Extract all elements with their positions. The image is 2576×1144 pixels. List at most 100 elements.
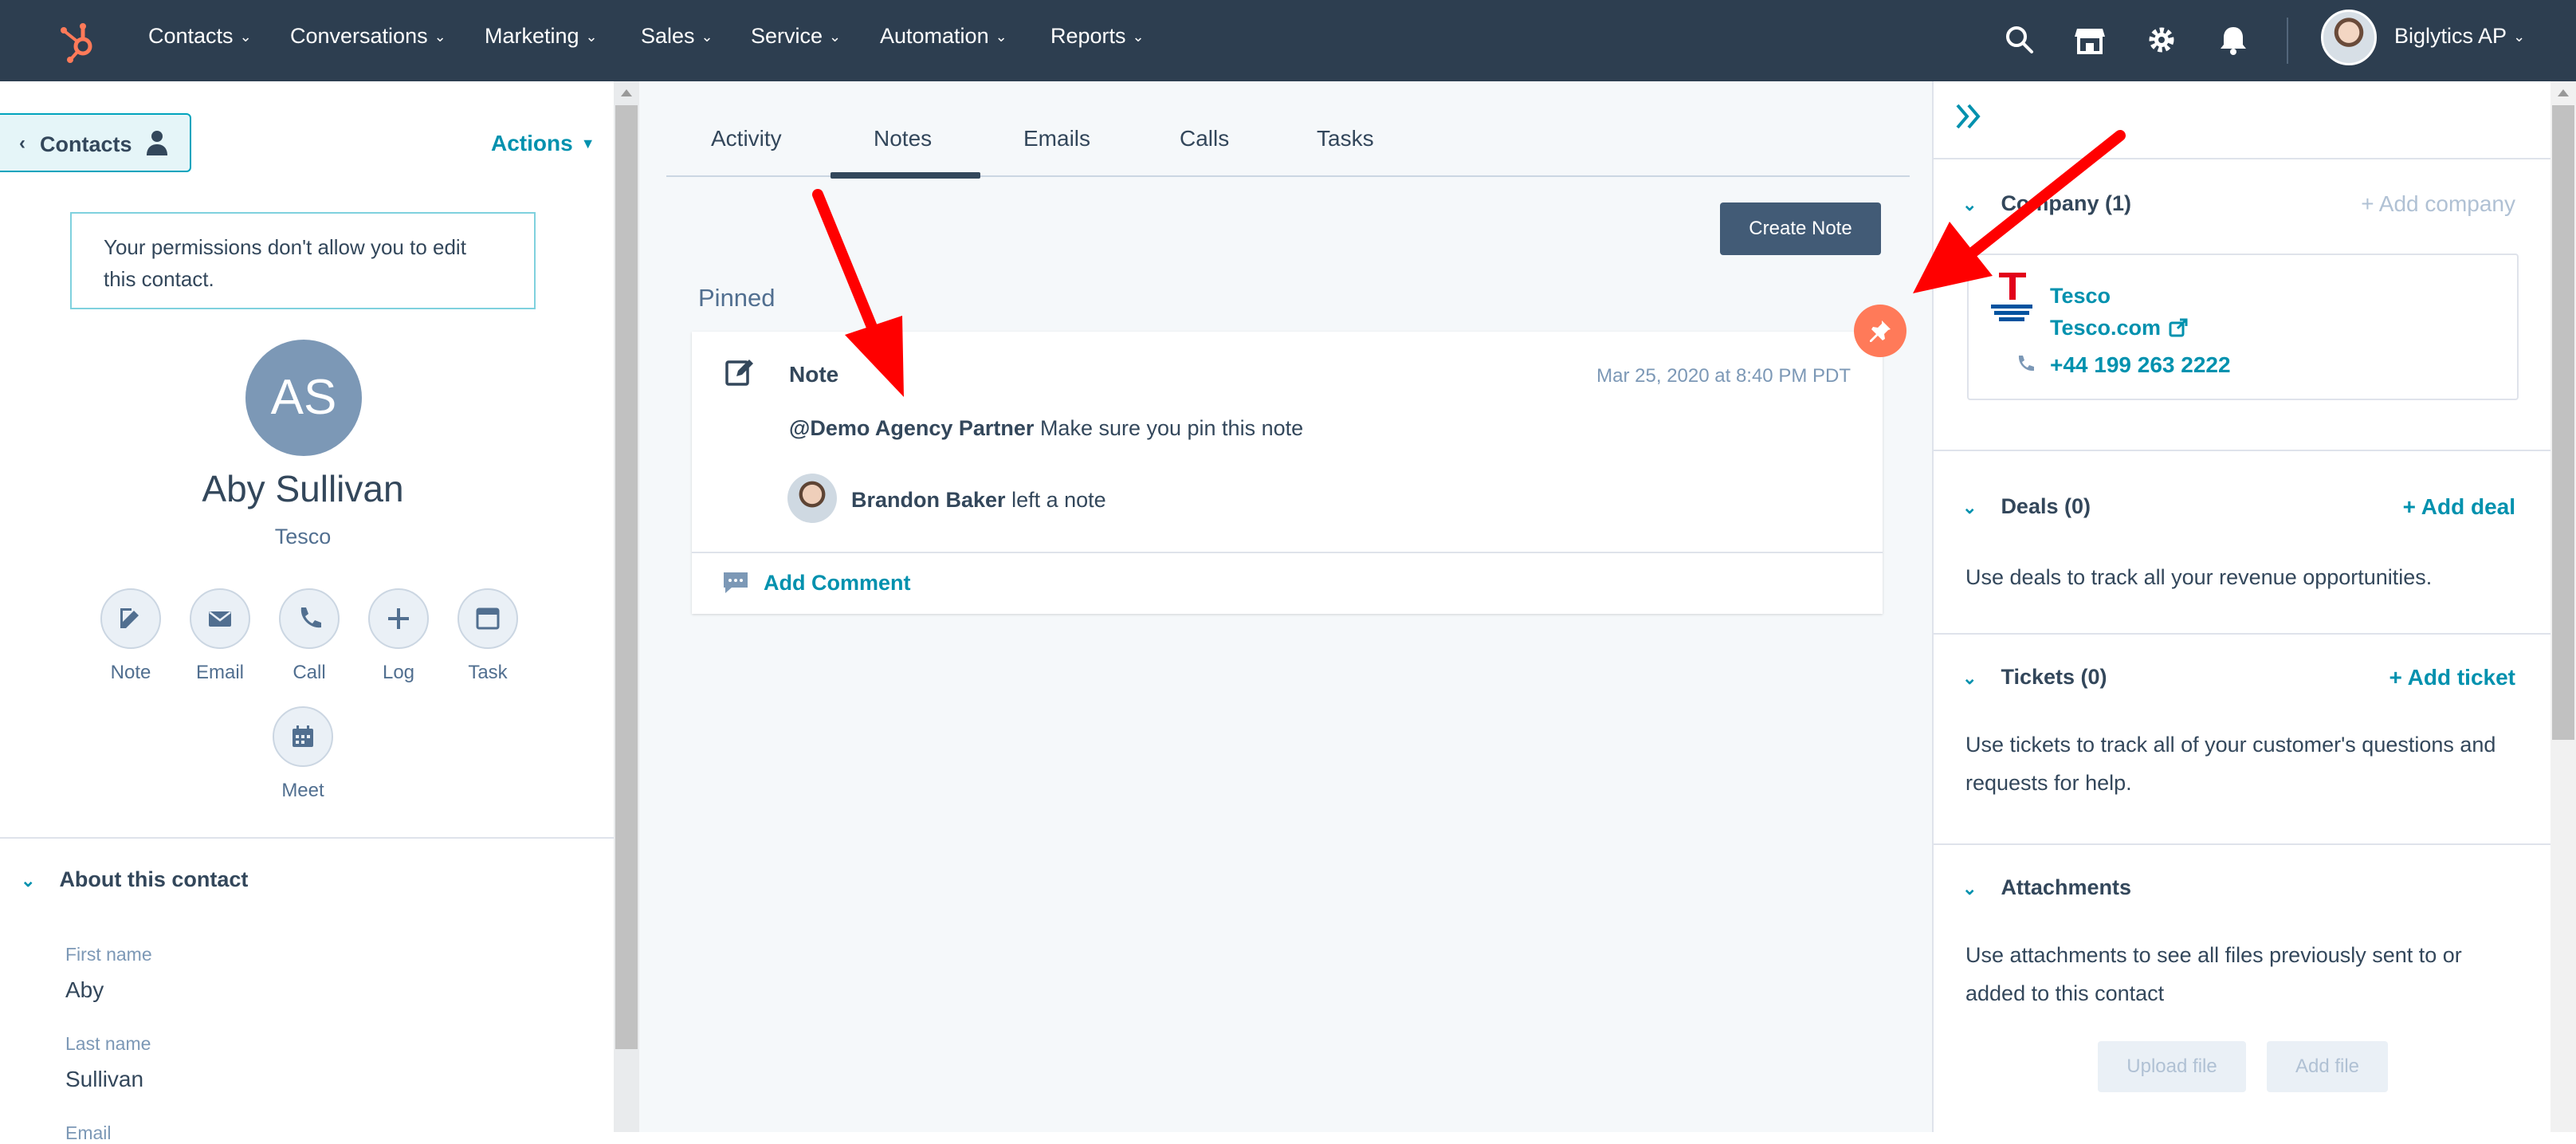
tab-tasks[interactable]: Tasks [1317,126,1374,151]
meet-action-button[interactable]: Meet [255,706,351,802]
top-navigation-bar: Contacts ⌄ Conversations ⌄ Marketing ⌄ Sale… [0,0,2576,81]
chevron-down-icon: ⌄ [2513,29,2526,45]
bell-icon[interactable] [2216,22,2251,57]
section-divider [1934,158,2552,159]
account-name: Biglytics AP [2394,24,2507,48]
nav-reports[interactable]: Reports ⌄ [1050,24,1145,49]
left-scrollbar[interactable] [614,81,639,1132]
last-name-label: Last name [65,1033,151,1054]
scrollbar-thumb[interactable] [615,105,638,1049]
add-deal-link[interactable]: + Add deal [2403,494,2515,520]
tesco-logo-icon [1991,273,2032,321]
last-name-value: Sullivan [65,1067,144,1091]
company-domain-link[interactable]: Tesco.com [2050,316,2188,340]
create-note-button[interactable]: Create Note [1720,202,1881,255]
first-name-value: Aby [65,977,104,1002]
right-scrollbar[interactable] [2550,81,2576,1132]
timeline-panel: Activity Notes Emails Calls Tasks Create… [639,81,1932,1132]
add-company-link[interactable]: + Add company [2361,191,2515,217]
gear-icon[interactable] [2144,22,2179,57]
task-action-circle[interactable] [457,588,518,649]
company-phone-link[interactable]: +44 199 263 2222 [2050,352,2231,378]
attachments-heading: Attachments [2001,875,2131,899]
marketplace-icon[interactable] [2072,22,2107,57]
actions-dropdown[interactable]: Actions ▼ [491,131,595,156]
expand-icon[interactable] [1953,99,1988,134]
about-contact-toggle[interactable]: ⌄ About this contact [21,867,248,892]
add-comment-link[interactable]: Add Comment [764,571,911,596]
nav-conversations-label: Conversations [290,24,428,48]
pin-button[interactable] [1854,305,1906,357]
nav-sales[interactable]: Sales ⌄ [641,24,713,49]
association-sidebar: ⌄ Company (1) + Add company Tesco Tesco.c… [1932,81,2552,1132]
chevron-down-icon: ⌄ [434,29,446,45]
tickets-section-toggle[interactable]: ⌄ Tickets (0) [1962,665,2107,690]
email-action-button[interactable]: Email [172,588,268,684]
calendar-icon [293,725,313,747]
nav-service[interactable]: Service ⌄ [751,24,841,49]
scrollbar-thumb[interactable] [2552,105,2574,740]
caret-down-icon: ▼ [580,136,595,151]
company-name-link[interactable]: Tesco [2050,284,2111,309]
deals-section-toggle[interactable]: ⌄ Deals (0) [1962,494,2091,519]
pinned-note-card[interactable]: Note Mar 25, 2020 at 8:40 PM PDT @Demo A… [692,332,1883,614]
deals-description: Use deals to track all your revenue oppo… [1965,565,2433,589]
edit-icon [120,608,139,628]
phone-icon [2018,356,2034,372]
nav-automation[interactable]: Automation ⌄ [880,24,1007,49]
company-section-toggle[interactable]: ⌄ Company (1) [1962,191,2131,216]
add-ticket-link[interactable]: + Add ticket [2389,665,2515,690]
nav-marketing-label: Marketing [485,24,579,48]
note-action-circle[interactable] [100,588,161,649]
first-name-label: First name [65,944,152,965]
chevron-down-icon: ⌄ [1132,29,1145,45]
mention-tag[interactable]: @Demo Agency Partner [789,416,1034,440]
log-action-circle[interactable] [368,588,429,649]
upload-file-button[interactable]: Upload file [2098,1041,2246,1092]
chevron-down-icon: ⌄ [1962,879,1977,898]
user-avatar[interactable] [2321,10,2377,65]
account-menu[interactable]: Biglytics AP ⌄ [2394,24,2525,49]
tab-emails[interactable]: Emails [1023,126,1090,151]
tab-notes[interactable]: Notes [874,126,932,151]
comment-icon [724,572,748,593]
email-action-circle[interactable] [190,588,250,649]
nav-contacts[interactable]: Contacts ⌄ [148,24,252,49]
envelope-icon [209,611,231,627]
scroll-up-arrow[interactable] [621,89,632,96]
note-body-text: Make sure you pin this note [1039,416,1304,440]
back-to-contacts-button[interactable]: ‹ Contacts [0,113,191,172]
company-card: Tesco Tesco.com +44 199 263 2222 [1967,254,2519,400]
attachments-section-toggle[interactable]: ⌄ Attachments [1962,875,2131,900]
note-body: @Demo Agency Partner Make sure you pin t… [789,416,1303,441]
nav-marketing[interactable]: Marketing ⌄ [485,24,598,49]
nav-reports-label: Reports [1050,24,1126,48]
plus-icon [388,608,409,629]
search-icon[interactable] [2002,22,2037,57]
task-action-button[interactable]: Task [440,588,536,684]
author-line: Brandon Baker left a note [851,488,1106,513]
email-label: Email [65,1122,112,1143]
actions-label: Actions [491,131,573,155]
call-action-label: Call [293,662,326,683]
section-divider [1934,843,2552,845]
call-action-circle[interactable] [279,588,340,649]
tab-calls[interactable]: Calls [1180,126,1229,151]
nav-conversations[interactable]: Conversations ⌄ [290,24,446,49]
log-action-button[interactable]: Log [351,588,446,684]
call-action-button[interactable]: Call [261,588,357,684]
meet-action-circle[interactable] [273,706,333,767]
note-action-button[interactable]: Note [83,588,179,684]
contact-avatar: AS [245,340,362,456]
about-heading: About this contact [59,867,249,891]
scroll-up-arrow[interactable] [2558,89,2569,96]
note-timestamp: Mar 25, 2020 at 8:40 PM PDT [1596,365,1851,387]
tab-activity[interactable]: Activity [711,126,782,151]
note-title: Note [789,362,839,387]
author-action: left a note [1011,488,1106,512]
hubspot-logo-icon[interactable] [54,18,102,65]
contact-company: Tesco [274,525,332,548]
nav-service-label: Service [751,24,823,48]
permission-message: Your permissions don't allow you to edit… [104,235,466,291]
add-file-button[interactable]: Add file [2267,1041,2388,1092]
